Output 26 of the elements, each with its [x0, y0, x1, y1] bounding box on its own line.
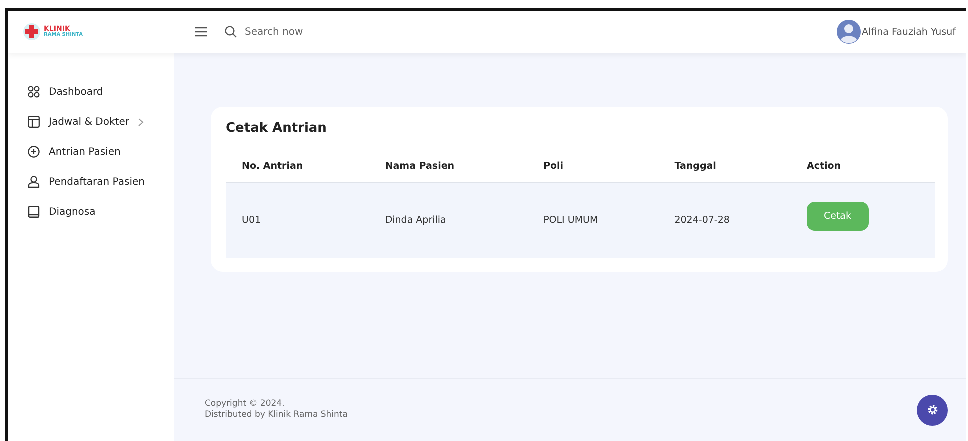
- avatar-icon[interactable]: [837, 20, 862, 44]
- menu-icon[interactable]: [195, 27, 207, 37]
- chevron-icon: [138, 118, 144, 126]
- search-field[interactable]: Search now: [243, 26, 367, 38]
- settings-button[interactable]: [917, 394, 948, 426]
- sidebar-item[interactable]: Jadwal & Dokter: [8, 109, 174, 135]
- cross-logo-icon: [23, 23, 41, 41]
- grid-icon: [28, 86, 40, 98]
- plus-circle-icon: [28, 146, 40, 158]
- table-cell: 2024-07-28: [658, 182, 791, 258]
- table-cell: Dinda Aprilia: [369, 182, 528, 258]
- user-name[interactable]: Alfina Fauziah Yusuf: [862, 26, 956, 38]
- book-icon: [28, 206, 40, 218]
- sidebar-item[interactable]: Antrian Pasien: [8, 139, 174, 165]
- sidebar-item[interactable]: Pendaftaran Pasien: [8, 169, 174, 195]
- card-title: Cetak Antrian: [226, 121, 328, 136]
- search-icon: [225, 26, 237, 38]
- copyright-text: Copyright © 2024.: [205, 398, 286, 410]
- credit-text: Distributed by Klinik Rama Shinta: [205, 410, 348, 422]
- settings-icon: [926, 404, 938, 416]
- sidebar-item[interactable]: Diagnosa: [8, 199, 174, 225]
- table-cell: U01: [226, 182, 370, 258]
- sidebar-item[interactable]: Dashboard: [8, 79, 174, 105]
- person-icon: [28, 176, 40, 188]
- table-cell: POLI UMUM: [528, 182, 659, 258]
- layout-icon: [28, 116, 40, 128]
